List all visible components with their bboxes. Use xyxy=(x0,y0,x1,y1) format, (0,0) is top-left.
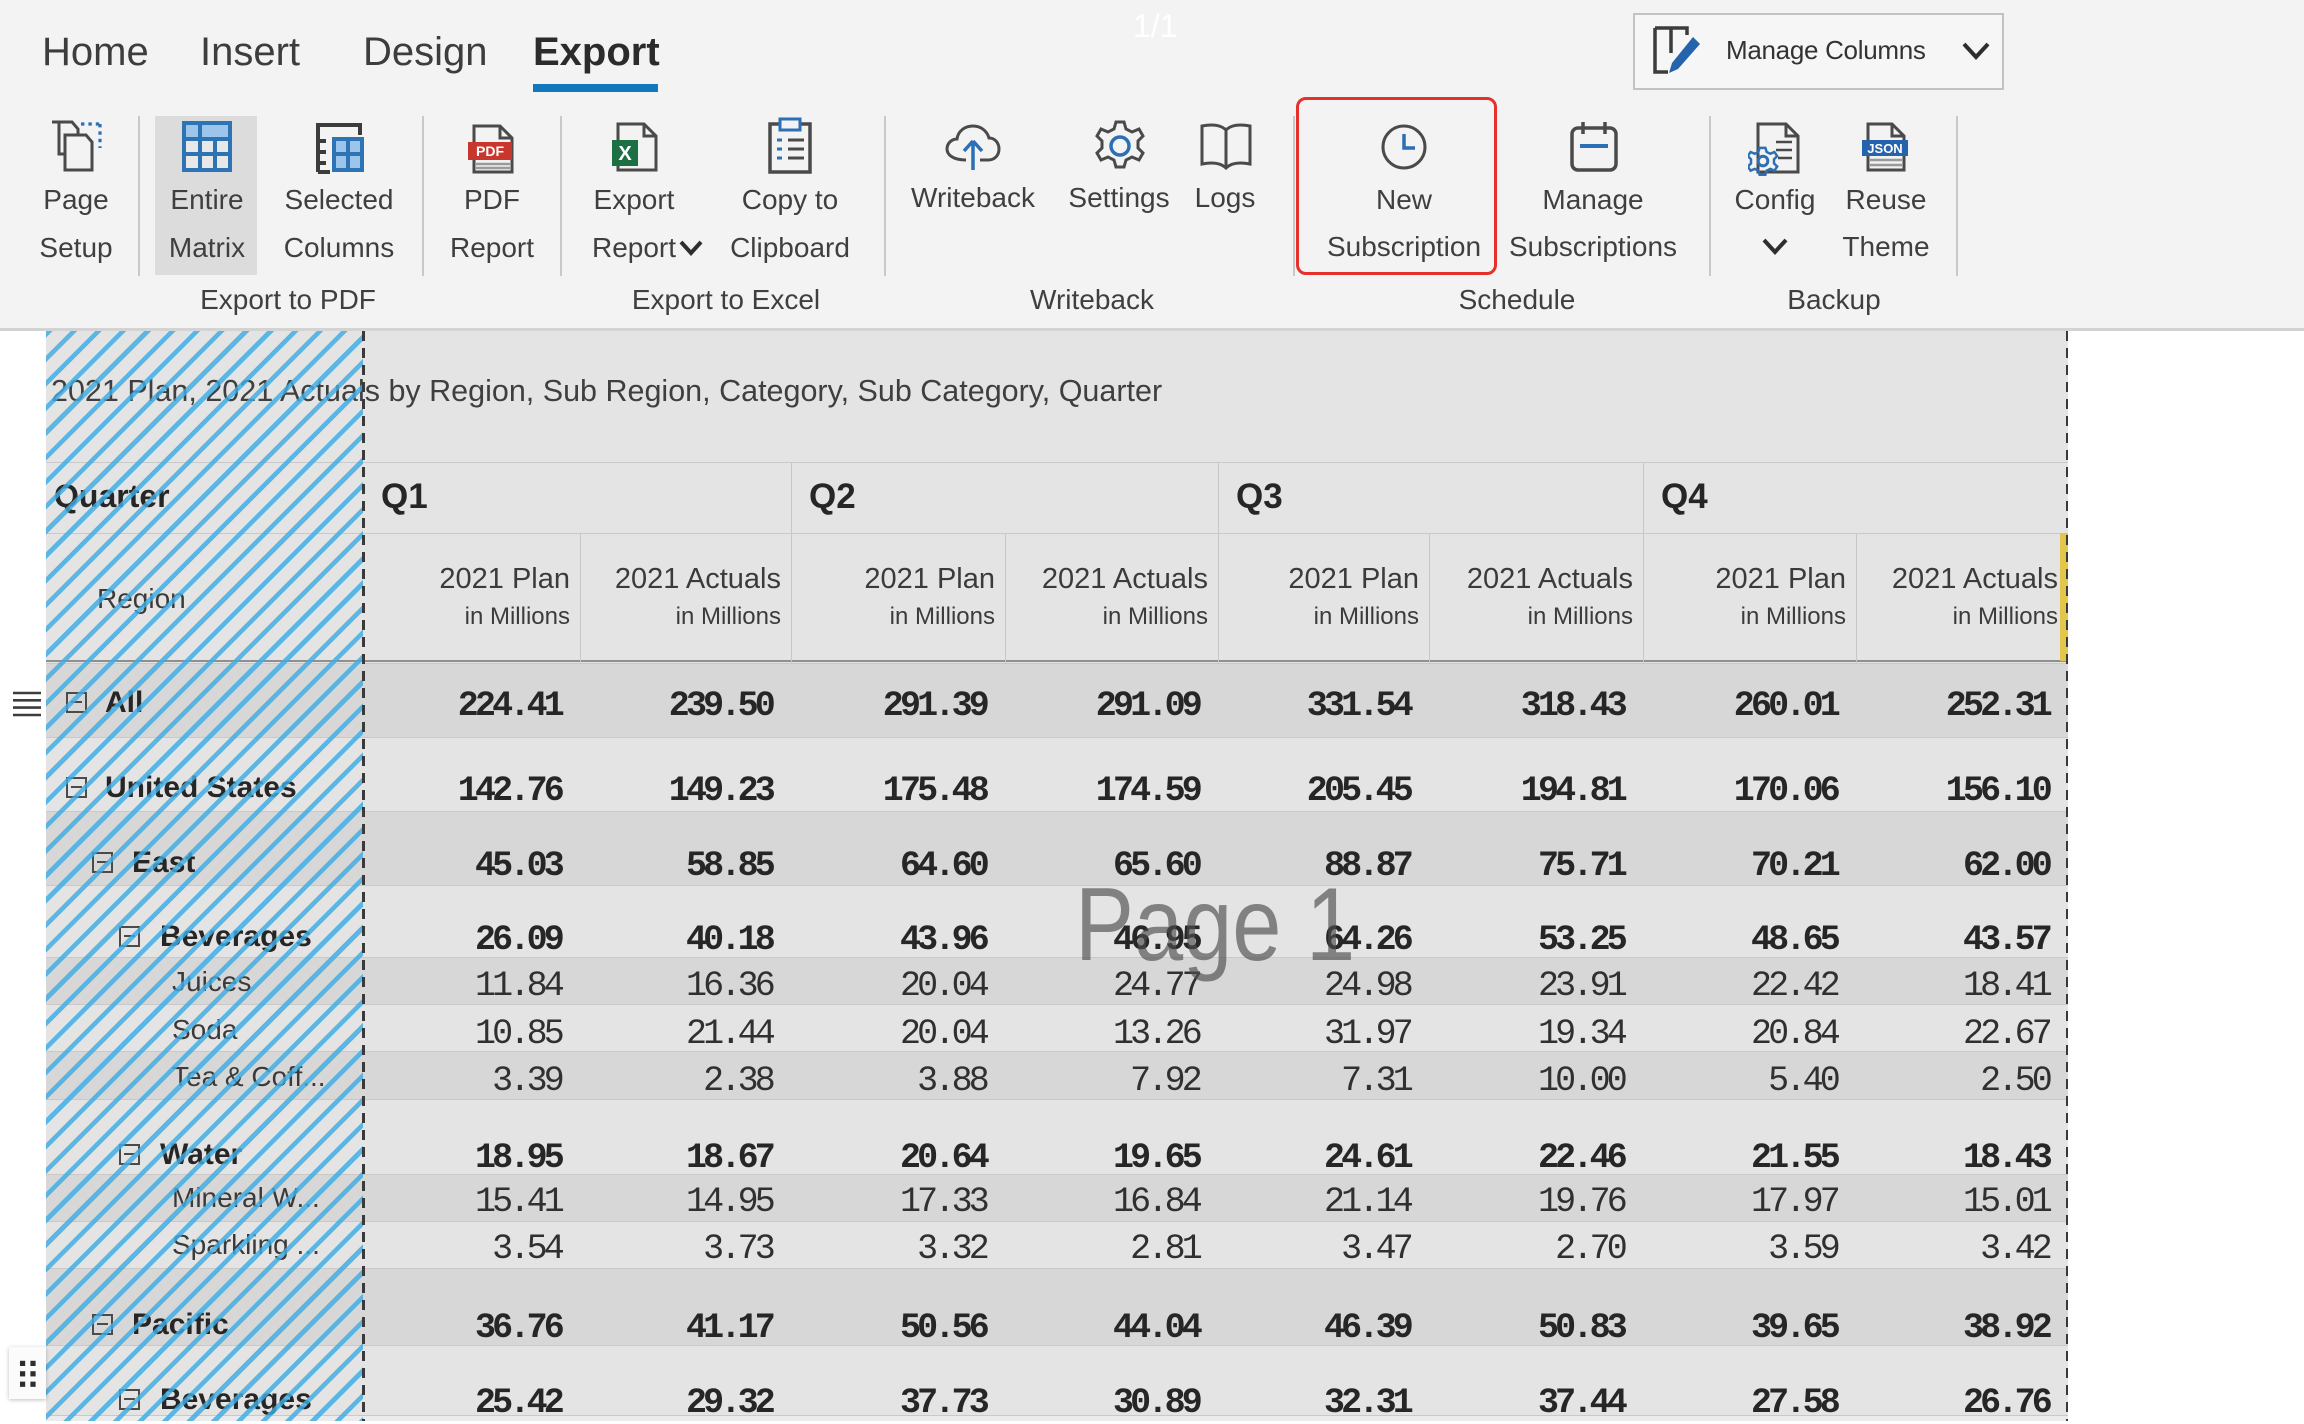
svg-text:X: X xyxy=(618,143,632,165)
svg-text:PDF: PDF xyxy=(476,143,504,159)
svg-text:JSON: JSON xyxy=(1867,141,1902,156)
